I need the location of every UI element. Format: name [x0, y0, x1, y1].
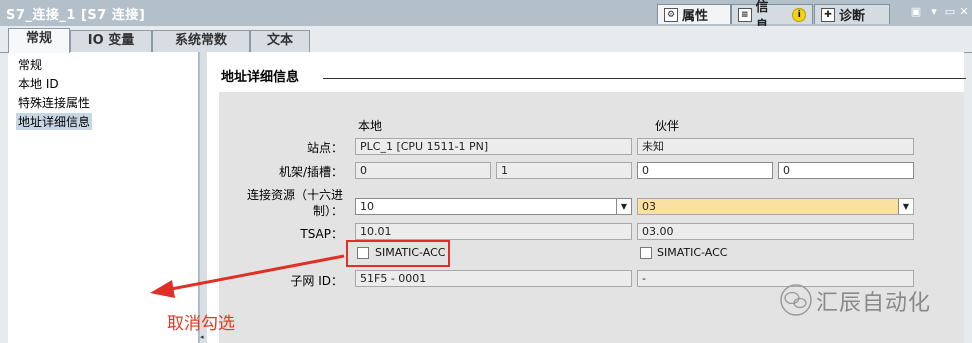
watermark-text: 汇辰自动化: [816, 291, 932, 316]
wechat-logo-icon: [780, 284, 812, 316]
annotation-text: 取消勾选: [167, 314, 235, 334]
tab-general[interactable]: 常规: [8, 28, 70, 53]
